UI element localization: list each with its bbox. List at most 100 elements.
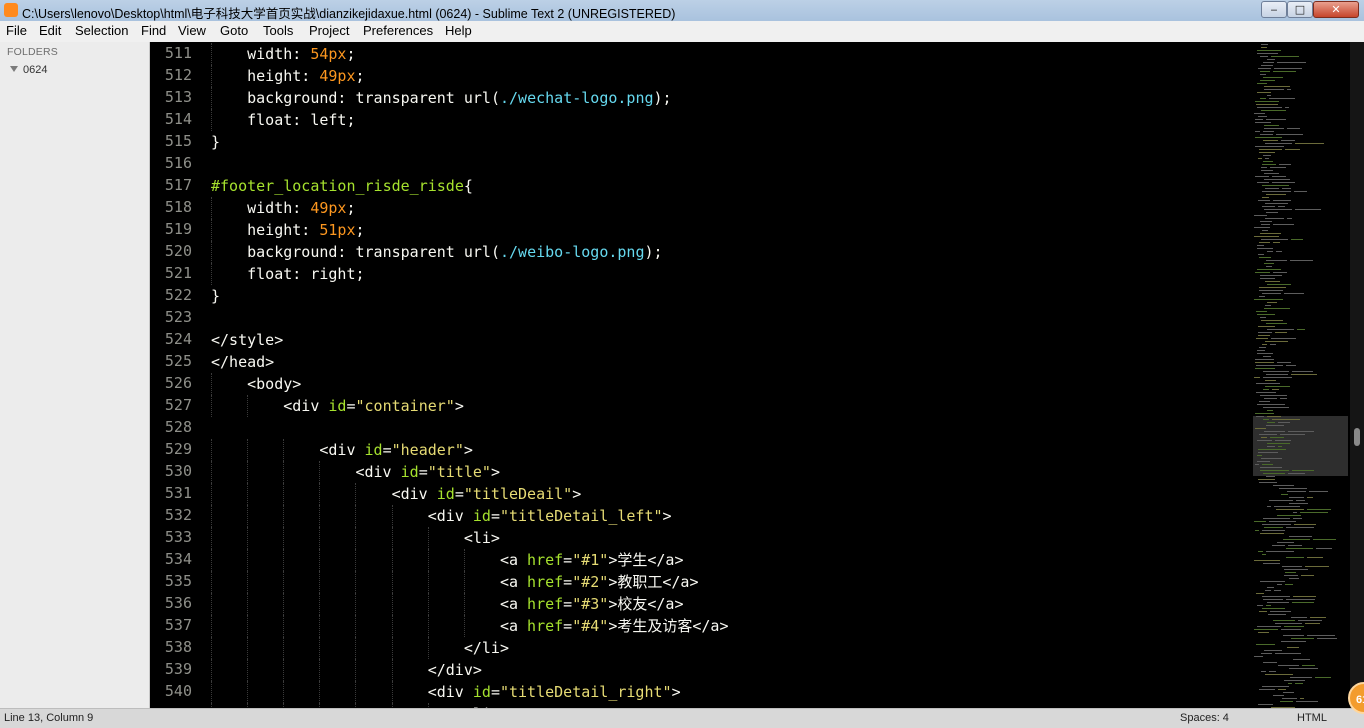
minimap-line bbox=[1255, 131, 1260, 132]
minimap-line bbox=[1293, 659, 1310, 660]
indent-guide bbox=[283, 549, 285, 571]
minimap-line bbox=[1258, 479, 1275, 480]
minimap-line bbox=[1310, 617, 1326, 618]
minimap-line bbox=[1273, 485, 1294, 486]
minimap-line bbox=[1260, 317, 1266, 318]
minimap-line bbox=[1274, 68, 1302, 69]
minimap-line bbox=[1260, 470, 1289, 471]
vertical-scrollbar[interactable] bbox=[1350, 42, 1364, 708]
indent-guide bbox=[463, 549, 465, 571]
code-editor[interactable]: 511 512 513 514 515 516 517 518 519 520 521 522 523 5… bbox=[150, 42, 1250, 708]
minimap-line bbox=[1262, 191, 1291, 192]
code-token: ; bbox=[346, 199, 356, 217]
indent-guide bbox=[355, 615, 357, 637]
menu-file[interactable]: File bbox=[6, 23, 27, 38]
minimap-line bbox=[1275, 623, 1302, 624]
minimap-line bbox=[1263, 518, 1290, 519]
menu-view[interactable]: View bbox=[178, 23, 206, 38]
code-token: > bbox=[572, 485, 582, 503]
indent-guide bbox=[319, 681, 321, 703]
minimap-line bbox=[1278, 206, 1285, 207]
code-token: ; bbox=[355, 221, 365, 239]
minimap-line bbox=[1258, 254, 1264, 255]
minimap-line bbox=[1258, 335, 1270, 336]
indent-guide bbox=[355, 637, 357, 659]
minimap-line bbox=[1257, 245, 1264, 246]
minimap-line bbox=[1287, 89, 1291, 90]
close-button[interactable]: ✕ bbox=[1313, 1, 1359, 18]
minimap-line bbox=[1298, 620, 1322, 621]
minimap-line bbox=[1254, 560, 1280, 561]
indent-guide bbox=[247, 659, 249, 681]
line-number: 516 bbox=[164, 154, 192, 172]
minimap[interactable] bbox=[1250, 42, 1350, 708]
minimap-line bbox=[1267, 59, 1275, 60]
minimap-line bbox=[1262, 185, 1289, 186]
minimap-line bbox=[1259, 347, 1266, 348]
maximize-button[interactable]: □ bbox=[1287, 1, 1313, 18]
syntax-setting[interactable]: HTML bbox=[1297, 712, 1327, 724]
minimap-line bbox=[1267, 587, 1274, 588]
menu-tools[interactable]: Tools bbox=[263, 23, 293, 38]
code-token: { bbox=[463, 177, 473, 195]
disclosure-triangle-icon[interactable] bbox=[10, 66, 18, 72]
minimize-button[interactable]: ‒ bbox=[1261, 1, 1287, 18]
minimap-line bbox=[1291, 374, 1317, 375]
code-token: ./wechat-logo.png bbox=[499, 89, 654, 107]
minimap-line bbox=[1270, 611, 1291, 612]
indent-guide bbox=[319, 571, 321, 593]
menu-find[interactable]: Find bbox=[141, 23, 166, 38]
minimap-line bbox=[1276, 509, 1304, 510]
indent-guide bbox=[247, 681, 249, 703]
menu-edit[interactable]: Edit bbox=[39, 23, 61, 38]
code-line: #footer_location_risde_risde{ bbox=[211, 175, 473, 197]
scrollbar-thumb[interactable] bbox=[1354, 428, 1360, 446]
menu-project[interactable]: Project bbox=[309, 23, 349, 38]
indent-guide bbox=[283, 571, 285, 593]
code-token: height bbox=[247, 221, 302, 239]
minimap-line bbox=[1255, 146, 1284, 147]
folder-item[interactable]: 0624 bbox=[10, 64, 47, 76]
indent-guide bbox=[283, 461, 285, 483]
minimap-line bbox=[1289, 536, 1312, 537]
status-bar: Line 13, Column 9 Spaces: 4 HTML bbox=[0, 708, 1364, 728]
minimap-line bbox=[1292, 371, 1313, 372]
minimap-line bbox=[1265, 590, 1271, 591]
code-token: "#1" bbox=[572, 551, 609, 569]
menu-goto[interactable]: Goto bbox=[220, 23, 248, 38]
minimap-line bbox=[1260, 80, 1275, 81]
minimap-line bbox=[1270, 437, 1284, 438]
menu-preferences[interactable]: Preferences bbox=[363, 23, 433, 38]
indent-guide bbox=[427, 571, 429, 593]
indentation-setting[interactable]: Spaces: 4 bbox=[1180, 712, 1229, 724]
minimap-line bbox=[1262, 524, 1291, 525]
minimap-line bbox=[1277, 542, 1294, 543]
minimap-line bbox=[1300, 698, 1304, 699]
minimap-line bbox=[1271, 338, 1296, 339]
menu-help[interactable]: Help bbox=[445, 23, 472, 38]
code-line: background: transparent url(./weibo-logo… bbox=[247, 241, 662, 263]
code-token: ; bbox=[346, 45, 356, 63]
minimap-line bbox=[1287, 491, 1306, 492]
minimap-line bbox=[1273, 224, 1294, 225]
minimap-line bbox=[1267, 602, 1289, 603]
menu-bar: File Edit Selection Find View Goto Tools… bbox=[0, 21, 1364, 43]
minimap-line bbox=[1307, 497, 1313, 498]
minimap-line bbox=[1267, 443, 1290, 444]
minimap-line bbox=[1265, 188, 1279, 189]
code-token: = bbox=[418, 463, 428, 481]
minimap-line bbox=[1259, 401, 1270, 402]
minimap-line bbox=[1301, 575, 1314, 576]
minimap-line bbox=[1317, 638, 1337, 639]
minimap-line bbox=[1258, 200, 1270, 201]
indent-guide bbox=[211, 241, 212, 263]
code-token: : bbox=[292, 199, 311, 217]
minimap-line bbox=[1284, 575, 1298, 576]
indent-guide bbox=[427, 549, 429, 571]
minimap-line bbox=[1296, 701, 1318, 702]
minimap-line bbox=[1278, 689, 1286, 690]
minimap-line bbox=[1263, 356, 1271, 357]
menu-selection[interactable]: Selection bbox=[75, 23, 128, 38]
code-token: "#4" bbox=[572, 617, 609, 635]
minimap-line bbox=[1256, 104, 1278, 105]
